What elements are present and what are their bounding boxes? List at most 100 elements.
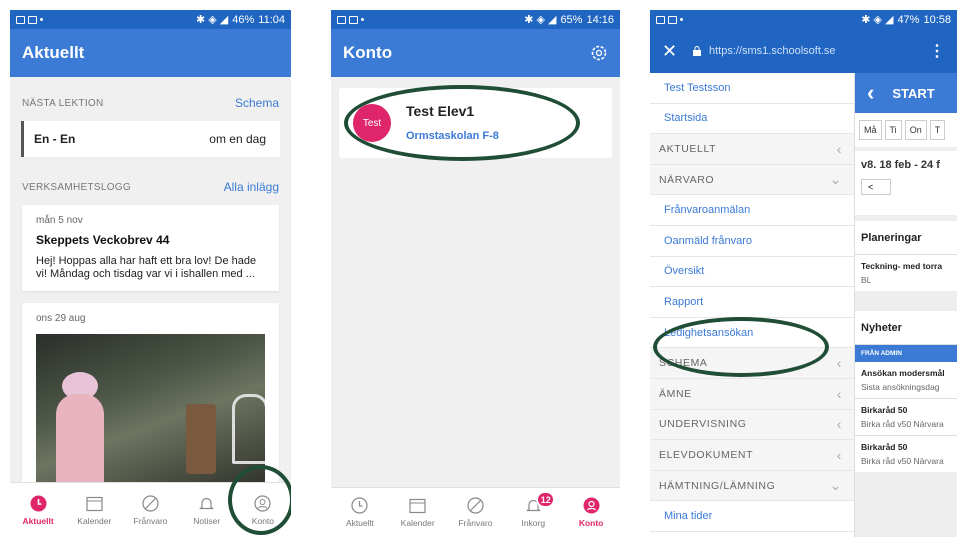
menu-item[interactable]: Test Testsson [650,73,854,104]
notification-icon [16,15,25,24]
bottom-navigation: Aktuellt Kalender Frånvaro Notiser Konto [10,482,291,537]
post-card[interactable]: mån 5 nov Skeppets Veckobrev 44 Hej! Hop… [22,205,279,291]
next-lesson-header: NÄSTA LEKTION Schema [10,85,291,121]
app-bar: Aktuellt [10,29,291,77]
news-item[interactable]: Birkaråd 50 Birka råd v50 Närvara [855,398,957,435]
menu-item-label: Oanmäld frånvaro [664,234,753,247]
nav-label: Frånvaro [458,518,493,528]
nav-konto[interactable]: Konto [235,483,291,537]
next-lesson-label: NÄSTA LEKTION [22,97,104,109]
notification-icon [668,15,677,24]
clock: 11:04 [258,13,285,26]
news-item[interactable]: Birkaråd 50 Birka råd v50 Närvara [855,435,957,472]
menu-item[interactable]: Rapport [650,287,854,318]
nav-kalender[interactable]: Kalender [66,483,122,537]
lock-icon [692,46,702,56]
nav-label: Inkorg [521,518,546,528]
next-lesson-card[interactable]: En - En om en dag [21,121,280,157]
notification-icon [28,15,37,24]
menu-item[interactable]: ÄMNE ‹ [650,378,854,410]
week-selector: v8. 18 feb - 24 f < [855,151,957,215]
menu-item-label: HÄMTNING/LÄMNING [659,479,776,492]
page-split: Test Testsson Startsida AKTUELLT ‹ NÄRVARO ⌄ F… [650,73,957,537]
close-icon[interactable]: ✕ [662,41,684,62]
news-item[interactable]: Ansökan modersmål Sista ansökningsdag [855,362,957,398]
schedule-link[interactable]: Schema [235,96,279,110]
nav-konto[interactable]: Konto [562,488,620,537]
activity-log-label: VERKSAMHETSLOGG [22,181,131,193]
post-title: Skeppets Veckobrev 44 [36,233,170,247]
nav-label: Frånvaro [133,515,168,526]
day-tab[interactable]: Ti [884,120,902,140]
post-date: ons 29 aug [36,313,86,324]
nav-inkorg[interactable]: 12 Inkorg [504,488,562,537]
chevron-down-icon: ⌄ [829,171,842,188]
back-icon[interactable]: ‹ [867,80,874,106]
nav-label: Konto [251,515,275,526]
nav-kalender[interactable]: Kalender [389,488,447,537]
chevron-left-icon: ‹ [836,140,842,157]
menu-item[interactable]: Mina tider [650,501,854,532]
prev-week-button[interactable]: < [861,179,891,195]
lesson-subject: En - En [34,132,76,146]
account-icon [254,494,272,512]
day-tab[interactable]: T [929,120,946,140]
planning-header: Planeringar [855,221,957,255]
menu-item[interactable]: Startsida [650,104,854,135]
absence-icon [142,494,159,512]
planning-item[interactable]: Teckning- med torra BL [855,255,957,291]
day-tab[interactable]: On [904,120,927,140]
chevron-left-icon: ‹ [836,416,842,433]
nav-aktuellt[interactable]: Aktuellt [10,483,66,537]
menu-item[interactable]: UNDERVISNING ‹ [650,409,854,441]
news-tag: FRÅN ADMIN [855,345,957,362]
unread-badge: 12 [536,491,556,508]
start-title: START [892,85,935,101]
menu-item[interactable]: Oanmäld frånvaro [650,226,854,257]
nav-franvaro[interactable]: Frånvaro [122,483,178,537]
battery-level: 46% [232,13,255,26]
all-posts-link[interactable]: Alla inlägg [224,180,279,194]
nav-label: Aktuellt [22,515,54,526]
battery-level: 65% [560,13,583,26]
menu-item-label: NÄRVARO [659,173,715,186]
dot-icon [361,18,364,21]
menu-item[interactable]: Översikt [650,257,854,288]
chevron-down-icon: ⌄ [829,477,842,494]
news-header: Nyheter [855,311,957,345]
clock-icon [30,495,47,512]
news-title: Birkaråd 50 [861,405,908,415]
phone-aktuellt-screen: ✱ ◈ ◢ 46% 11:04 Aktuellt NÄSTA LEKTION Sch… [10,10,291,537]
menu-item[interactable]: ELEVDOKUMENT ‹ [650,440,854,471]
browser-toolbar: ✕ https://sms1.schoolsoft.se ⋮ [650,29,957,73]
overflow-menu-icon[interactable]: ⋮ [929,41,945,61]
page-title: Konto [343,43,393,62]
start-header: ‹ START [855,73,957,113]
day-tab[interactable]: Må [859,120,882,140]
bottom-navigation: Aktuellt Kalender Frånvaro 12 Inkorg Kon… [331,487,620,537]
dot-icon [680,18,683,21]
menu-item-label: Test Testsson [664,81,731,94]
news-sub: Birka råd v50 Närvara [861,456,944,466]
menu-item[interactable]: HÄMTNING/LÄMNING ⌄ [650,470,854,502]
nav-notiser[interactable]: Notiser [179,483,235,537]
menu-item-label: SCHEMA [659,357,708,370]
menu-item[interactable]: Ledighetsansökan [650,318,854,349]
nav-aktuellt[interactable]: Aktuellt [331,488,389,537]
post-card[interactable]: ons 29 aug [22,303,279,504]
menu-item[interactable]: Frånvaroanmälan [650,195,854,226]
menu-item[interactable]: NÄRVARO ⌄ [650,164,854,196]
clock: 14:16 [586,13,614,26]
nav-franvaro[interactable]: Frånvaro [447,488,505,537]
menu-item-label: ELEVDOKUMENT [659,448,754,461]
account-card[interactable]: Test Test Elev1 Ormstaskolan F-8 [339,88,612,158]
menu-item[interactable]: SCHEMA ‹ [650,348,854,379]
account-name: Test Elev1 [406,103,475,119]
menu-item[interactable]: AKTUELLT ‹ [650,134,854,165]
nav-label: Kalender [77,515,112,526]
post-photo [36,334,265,494]
url-field[interactable]: https://sms1.schoolsoft.se [709,45,836,57]
menu-item-label: AKTUELLT [659,142,717,155]
signal-icons: ✱ ◈ ◢ [861,14,894,26]
gear-icon[interactable] [590,44,608,62]
